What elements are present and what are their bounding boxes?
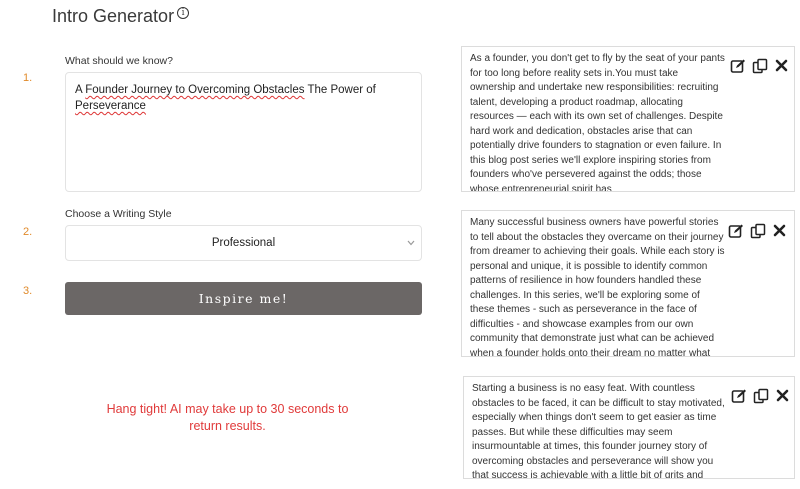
step-number-3: 3. — [23, 285, 33, 297]
close-icon[interactable] — [773, 57, 790, 74]
step-number-2: 2. — [23, 226, 33, 238]
step-number-1: 1. — [23, 72, 33, 84]
wait-message: Hang tight! AI may take up to 30 seconds… — [106, 402, 349, 433]
style-label: Choose a Writing Style — [65, 208, 172, 220]
writing-style-select[interactable]: Professional — [65, 225, 422, 261]
prompt-text-part: A — [75, 84, 86, 96]
edit-icon[interactable] — [727, 222, 744, 239]
prompt-text-part: Perseverance — [75, 100, 146, 112]
page-title: Intro Generator i — [52, 6, 190, 27]
result-actions — [730, 387, 791, 404]
prompt-text-part: The Power of — [304, 84, 376, 96]
result-actions — [727, 222, 788, 239]
prompt-text-part: Founder Journey to Overcoming Obstacles — [85, 84, 305, 96]
result-actions — [729, 57, 790, 74]
result-text[interactable]: Starting a business is no easy feat. Wit… — [472, 382, 728, 478]
result-text[interactable]: Many successful business owners have pow… — [470, 216, 726, 356]
prompt-textarea[interactable]: A Founder Journey to Overcoming Obstacle… — [65, 72, 422, 192]
copy-icon[interactable] — [751, 57, 768, 74]
page-title-text: Intro Generator — [52, 6, 175, 26]
edit-icon[interactable] — [729, 57, 746, 74]
copy-icon[interactable] — [749, 222, 766, 239]
close-icon[interactable] — [774, 387, 791, 404]
close-icon[interactable] — [771, 222, 788, 239]
copy-icon[interactable] — [752, 387, 769, 404]
result-text[interactable]: As a founder, you don't get to fly by th… — [470, 52, 726, 191]
writing-style-value: Professional — [211, 237, 276, 249]
edit-icon[interactable] — [730, 387, 747, 404]
question-label: What should we know? — [65, 55, 173, 67]
chevron-down-icon — [407, 239, 415, 248]
info-icon[interactable]: i — [177, 7, 190, 19]
inspire-me-button[interactable]: Inspire me! — [65, 282, 422, 315]
